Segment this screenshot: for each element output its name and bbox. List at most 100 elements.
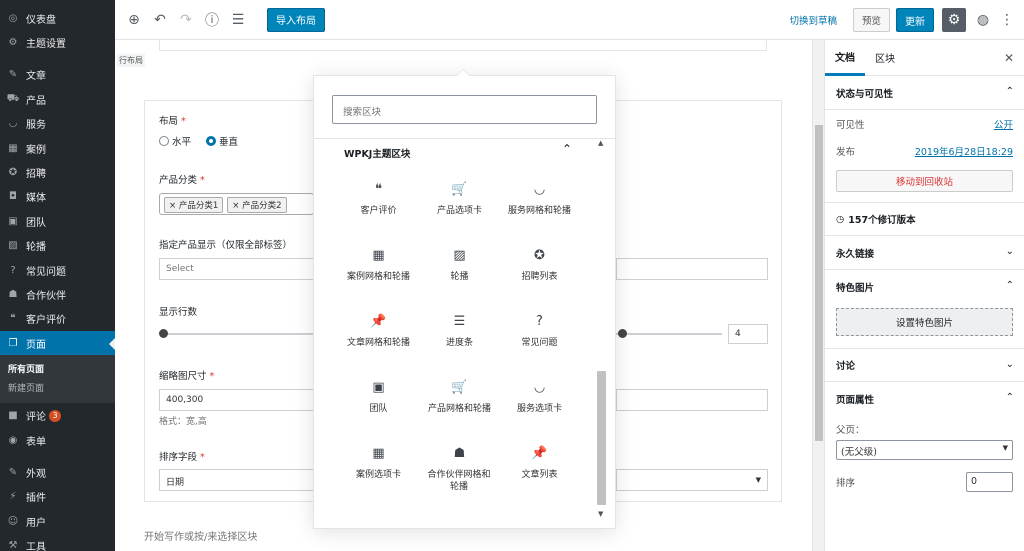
menu-label: 团队 [26,217,46,229]
radio-horizontal[interactable]: 水平 [159,134,191,148]
import-layout-button[interactable]: 导入布局 [267,7,325,32]
parent-page-select[interactable]: (无父级) ▼ [836,440,1013,460]
rows-number-input[interactable]: 4 [728,324,768,344]
tab-document[interactable]: 文档 [825,40,865,76]
rows-slider-handle[interactable] [159,329,168,338]
menu-item-testimonials[interactable]: ❝ 客户评价 [0,307,115,331]
add-block-icon[interactable]: ⊕ [123,9,145,31]
info-icon[interactable]: ⓘ [201,9,223,31]
menu-item-dashboard[interactable]: ◎ 仪表盘 [0,6,115,30]
submenu-all-pages[interactable]: 所有页面 [0,359,115,378]
menu-label: 文章 [26,71,46,83]
previous-block[interactable] [159,40,767,51]
menu-item-jobs[interactable]: ✪ 招聘 [0,160,115,184]
update-button[interactable]: 更新 [896,8,934,32]
media-icon: ◘ [9,191,17,203]
sort-field-select[interactable]: 日期 [159,469,314,491]
block-category-title[interactable]: WPKJ主题区块 [344,146,410,160]
radio-circle[interactable] [159,136,169,146]
menu-label: 用户 [26,517,46,529]
redo-icon[interactable]: ↷ [175,9,197,31]
undo-icon[interactable]: ↶ [149,9,171,31]
menu-item-slider[interactable]: ▨ 轮播 [0,234,115,258]
default-block-appender[interactable]: 开始写作或按/来选择区块 [144,528,257,543]
menu-item-team[interactable]: ▣ 团队 [0,209,115,233]
radio-circle[interactable] [206,136,216,146]
block-item[interactable]: ✪ 招聘列表 [492,246,587,284]
more-options-icon[interactable]: ⋮ [996,9,1018,31]
submenu-new-page[interactable]: 新建页面 [0,378,115,397]
rows-slider-track-end[interactable] [616,333,722,335]
menu-item-pages[interactable]: ❐ 页面 [0,331,115,356]
globe-icon[interactable]: ◍ [972,9,994,31]
tab-block[interactable]: 区块 [865,40,905,76]
featured-image-panel[interactable]: 特色图片 ⌃ [825,270,1024,304]
groups-icon: ☗ [8,288,18,300]
block-label: 招聘列表 [521,272,558,282]
publish-date-link[interactable]: 2019年6月28日18:29 [915,144,1013,158]
menu-item-faq[interactable]: ? 常见问题 [0,258,115,282]
comment-count-badge: 3 [49,409,61,422]
block-item[interactable]: ◡ 服务选项卡 [492,378,587,416]
menu-item-media[interactable]: ◘ 媒体 [0,185,115,209]
block-item[interactable]: ◡ 服务网格和轮播 [492,180,587,218]
menu-item-theme-settings[interactable]: ⚙ 主题设置 [0,30,115,54]
menu-item-services[interactable]: ◡ 服务 [0,112,115,136]
menu-item-comments[interactable]: ■ 评论 3 [0,403,115,427]
settings-gear-icon[interactable]: ⚙ [942,8,966,32]
menu-item-users[interactable]: ☺ 用户 [0,509,115,533]
menu-label: 合作伙伴 [26,290,66,302]
category-multiselect[interactable]: × 产品分类1 × 产品分类2 [159,193,314,215]
editor-scrollbar-thumb[interactable] [815,125,823,441]
parent-page-label: 父页： [836,425,865,436]
menu-item-partners[interactable]: ☗ 合作伙伴 [0,282,115,306]
order-input[interactable]: 0 [966,472,1013,492]
menu-item-plugins[interactable]: ⚡ 插件 [0,485,115,509]
comment-icon: ■ [8,410,18,422]
layout-field-label: 布局 * [159,116,186,127]
block-item[interactable]: ? 常见问题 [492,312,587,350]
rows-slider-track[interactable] [163,333,313,335]
specific-products-select-end[interactable] [616,258,768,280]
cart-icon: ⛟ [6,92,20,104]
specific-products-select[interactable]: Select [159,258,314,280]
close-icon[interactable]: ✕ [1004,51,1014,65]
menu-item-posts[interactable]: ✎ 文章 [0,63,115,87]
menu-item-products[interactable]: ⛟ 产品 [0,87,115,111]
discussion-panel[interactable]: 讨论 ⌄ [825,348,1024,382]
rows-slider-handle-end[interactable] [618,329,627,338]
menu-item-forms[interactable]: ◉ 表单 [0,428,115,452]
status-visibility-panel[interactable]: 状态与可见性 ⌃ [825,76,1024,110]
permalink-panel[interactable]: 永久链接 ⌄ [825,236,1024,270]
page-attributes-panel[interactable]: 页面属性 ⌃ [825,382,1024,416]
category-tag[interactable]: × 产品分类2 [227,197,287,213]
smile-icon: ◡ [533,380,546,395]
block-label: 合作伙伴网格和轮播 [427,470,491,492]
category-tag[interactable]: × 产品分类1 [164,197,224,213]
scroll-up-icon[interactable]: ▲ [598,139,603,147]
move-to-trash-button[interactable]: 移动到回收站 [836,170,1013,192]
menu-item-tools[interactable]: ⚒ 工具 [0,533,115,551]
thumb-size-input-end[interactable] [616,389,768,411]
visibility-link[interactable]: 公开 [994,117,1013,131]
block-breadcrumb[interactable]: 行布局 [117,54,145,67]
switch-to-draft-link[interactable]: 切换到草稿 [789,13,837,27]
block-navigation-icon[interactable]: ☰ [227,9,249,31]
editor-scrollbar[interactable] [812,40,824,551]
revisions-row[interactable]: ◷ 157个修订版本 [825,202,1024,236]
thumb-size-input[interactable]: 400,300 [159,389,314,411]
block-search-input[interactable]: 搜索区块 [332,95,597,124]
id-card-icon: ▣ [8,215,18,227]
menu-item-cases[interactable]: ▦ 案例 [0,136,115,160]
radio-vertical[interactable]: 垂直 [206,134,238,148]
block-item[interactable]: 📌 文章列表 [492,444,587,482]
menu-label: 服务 [26,120,46,132]
inserter-scrollbar[interactable] [597,371,606,505]
scroll-down-icon[interactable]: ▼ [598,510,603,518]
chevron-down-icon[interactable]: ▼ [616,469,768,491]
chevron-up-icon[interactable]: ⌃ [562,142,572,156]
set-featured-image-button[interactable]: 设置特色图片 [836,308,1013,336]
preview-button[interactable]: 预览 [852,8,890,32]
menu-item-appearance[interactable]: ✎ 外观 [0,460,115,484]
menu-label: 案例 [26,144,46,156]
